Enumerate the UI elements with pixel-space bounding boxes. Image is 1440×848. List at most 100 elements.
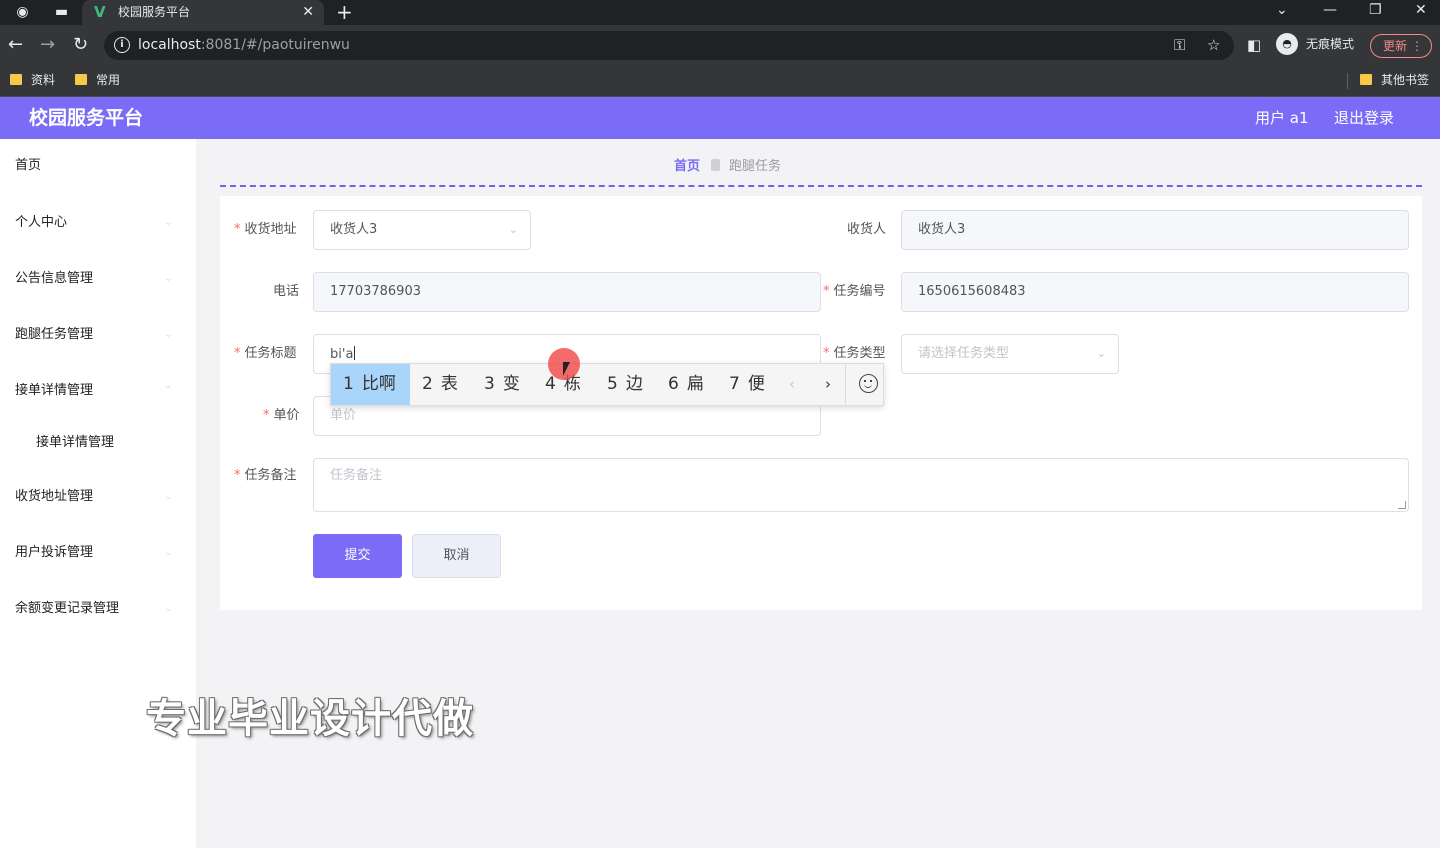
- remark-label: * 任务备注: [234, 468, 297, 483]
- tab-search-chevron-icon[interactable]: ⌄: [1276, 1, 1288, 19]
- breadcrumb-current: 跑腿任务: [729, 159, 782, 174]
- sidebar-item-home[interactable]: 首页: [15, 158, 41, 174]
- new-tab-icon[interactable]: +: [336, 1, 353, 23]
- submit-button[interactable]: 提交: [313, 534, 402, 578]
- reload-icon[interactable]: ↻: [73, 35, 88, 55]
- task-number-label: * 任务编号: [823, 284, 886, 299]
- ime-candidate[interactable]: 6扁: [668, 364, 704, 405]
- phone-label: 电话: [273, 284, 300, 299]
- emoji-icon[interactable]: [859, 374, 878, 393]
- close-tab-icon[interactable]: ✕: [302, 4, 314, 21]
- remark-placeholder: 任务备注: [330, 468, 383, 483]
- breadcrumb: 首页 跑腿任务: [674, 159, 781, 175]
- bookmark-divider: [1347, 73, 1348, 89]
- url-text[interactable]: localhost:8081/#/paotuirenwu: [138, 37, 350, 54]
- menu-dots-icon: ⋮: [1411, 39, 1423, 53]
- key-icon[interactable]: ⚿: [1174, 36, 1185, 54]
- phone-value: 17703786903: [330, 284, 421, 299]
- ime-candidate[interactable]: 1 比啊: [331, 364, 410, 405]
- receiver-value: 收货人3: [918, 222, 966, 237]
- breadcrumb-separator-icon: [711, 159, 721, 171]
- task-type-select[interactable]: 请选择任务类型 ⌄: [901, 334, 1119, 374]
- browser-tab-bar: ◉ ▬ V 校园服务平台 ✕ + ⌄ — ❐ ✕: [0, 0, 1440, 25]
- restore-icon[interactable]: ❐: [1369, 1, 1382, 19]
- chevron-down-icon: ⌄: [164, 603, 173, 614]
- chevron-down-icon: ⌄: [164, 491, 173, 502]
- ime-candidate[interactable]: 3变: [484, 364, 520, 405]
- chevron-down-icon: ⌄: [164, 547, 173, 558]
- logout-link[interactable]: 退出登录: [1334, 109, 1394, 127]
- app-title: 校园服务平台: [29, 107, 144, 129]
- resize-handle-icon[interactable]: [1398, 501, 1406, 509]
- sidebar-item-announcements[interactable]: 公告信息管理: [15, 271, 93, 287]
- chevron-down-icon: ⌄: [164, 329, 173, 340]
- close-window-icon[interactable]: ✕: [1415, 1, 1427, 19]
- browser-tab[interactable]: V 校园服务平台 ✕: [82, 0, 324, 25]
- watermark-text: 专业毕业设计代做: [146, 696, 474, 742]
- bookmark-folder[interactable]: 资料: [10, 72, 55, 88]
- task-number-value: 1650615608483: [918, 284, 1026, 299]
- ime-candidate[interactable]: 5边: [607, 364, 643, 405]
- folder-icon: [75, 74, 87, 85]
- update-button[interactable]: 更新 ⋮: [1370, 34, 1432, 58]
- receiver-field[interactable]: 收货人3: [901, 210, 1409, 250]
- address-select[interactable]: 收货人3 ⌄: [313, 210, 531, 250]
- text-caret: [354, 346, 356, 360]
- minimize-icon[interactable]: —: [1323, 1, 1337, 19]
- window-icon[interactable]: ▬: [53, 4, 70, 21]
- incognito-label: 无痕模式: [1306, 37, 1355, 51]
- app-header: 校园服务平台 用户 a1 退出登录: [0, 97, 1440, 139]
- address-value: 收货人3: [330, 222, 378, 237]
- bookmark-folder[interactable]: 常用: [75, 72, 120, 88]
- chevron-down-icon: ⌄: [164, 273, 173, 284]
- sidebar-item-addresses[interactable]: 收货地址管理: [15, 489, 93, 505]
- cancel-button[interactable]: 取消: [412, 534, 501, 578]
- task-title-label: * 任务标题: [234, 346, 297, 361]
- ime-prev-page-icon[interactable]: ‹: [789, 364, 795, 405]
- sidebar-item-complaints[interactable]: 用户投诉管理: [15, 545, 93, 561]
- side-panel-icon[interactable]: ◧: [1247, 35, 1261, 55]
- sidebar-subitem-order-details[interactable]: 接单详情管理: [36, 435, 114, 451]
- receiver-label: 收货人: [847, 222, 887, 237]
- price-placeholder: 单价: [330, 408, 357, 423]
- sidebar-item-errand-tasks[interactable]: 跑腿任务管理: [15, 327, 93, 343]
- chevron-down-icon: ⌄: [508, 223, 518, 236]
- incognito-icon: ◓: [1276, 33, 1298, 55]
- address-bar: ← → ↻ i localhost:8081/#/paotuirenwu ⚿ ☆…: [0, 25, 1440, 65]
- bookmark-star-icon[interactable]: ☆: [1207, 36, 1220, 54]
- ime-next-page-icon[interactable]: ›: [825, 364, 831, 405]
- sidebar-item-personal-center[interactable]: 个人中心: [15, 215, 67, 231]
- remark-textarea[interactable]: 任务备注: [313, 458, 1409, 512]
- phone-field[interactable]: 17703786903: [313, 272, 821, 312]
- sidebar-item-order-details[interactable]: 接单详情管理: [15, 383, 93, 399]
- ime-candidate[interactable]: 2表: [422, 364, 458, 405]
- address-label: * 收货地址: [234, 222, 297, 237]
- back-icon[interactable]: ←: [8, 35, 23, 55]
- task-type-label: * 任务类型: [823, 346, 886, 361]
- bookmark-label: 常用: [96, 73, 121, 87]
- url-input[interactable]: i localhost:8081/#/paotuirenwu ⚿ ☆: [104, 31, 1234, 60]
- ime-candidate-window: 1 比啊 2表 3变 4栋 5边 6扁 7便 ‹ ›: [330, 363, 884, 406]
- task-number-field[interactable]: 1650615608483: [901, 272, 1409, 312]
- bookmark-label: 资料: [31, 73, 56, 87]
- breadcrumb-home[interactable]: 首页: [674, 159, 700, 174]
- forward-icon[interactable]: →: [40, 35, 55, 55]
- ime-candidate[interactable]: 7便: [729, 364, 765, 405]
- vue-logo-icon: V: [94, 3, 106, 21]
- folder-icon: [1360, 74, 1372, 85]
- other-bookmarks[interactable]: 其他书签: [1360, 72, 1429, 88]
- task-title-value: bi'a: [330, 346, 356, 362]
- site-info-icon[interactable]: i: [114, 37, 130, 53]
- bookmarks-bar: 资料 常用 其他书签: [0, 65, 1440, 97]
- current-user: 用户 a1: [1255, 109, 1309, 127]
- chevron-up-icon: ⌃: [164, 385, 173, 396]
- sidebar-item-balance-records[interactable]: 余额变更记录管理: [15, 601, 119, 617]
- mouse-cursor-icon: [563, 362, 570, 376]
- globe-icon[interactable]: ◉: [14, 4, 31, 21]
- other-bookmarks-label: 其他书签: [1381, 73, 1430, 87]
- browser-tab-title: 校园服务平台: [118, 5, 191, 19]
- update-label: 更新: [1383, 39, 1408, 53]
- ime-divider: [845, 364, 846, 405]
- folder-icon: [10, 74, 22, 85]
- chevron-down-icon: ⌄: [1096, 347, 1106, 360]
